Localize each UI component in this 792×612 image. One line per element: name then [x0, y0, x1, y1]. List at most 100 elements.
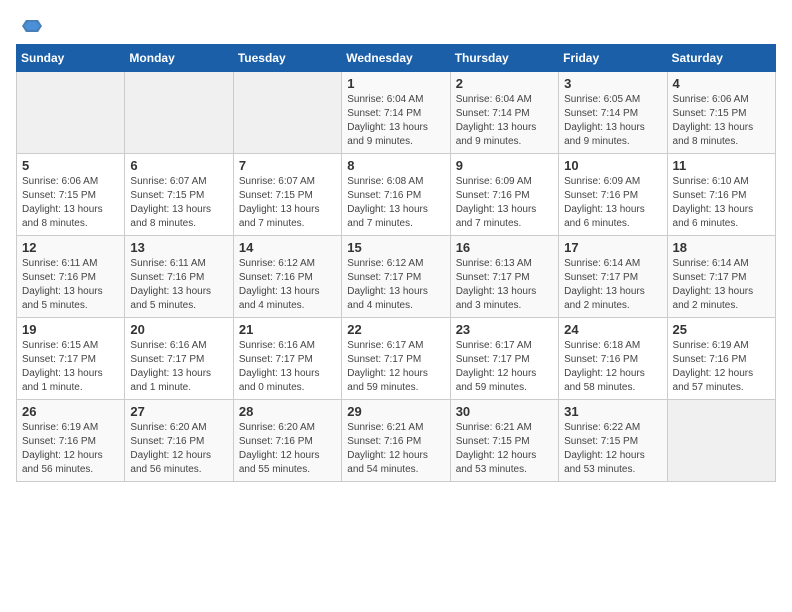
calendar-cell: 23 Sunrise: 6:17 AM Sunset: 7:17 PM Dayli… [450, 318, 558, 400]
day-info: Sunrise: 6:10 AM Sunset: 7:16 PM Dayligh… [673, 175, 770, 231]
calendar-cell: 24 Sunrise: 6:18 AM Sunset: 7:16 PM Dayli… [559, 318, 667, 400]
calendar-header-row: SundayMondayTuesdayWednesdayThursdayFrid… [17, 45, 776, 72]
day-number: 17 [564, 240, 661, 255]
calendar-week-1: 1 Sunrise: 6:04 AM Sunset: 7:14 PM Daylig… [17, 72, 776, 154]
day-number: 18 [673, 240, 770, 255]
day-number: 27 [130, 404, 227, 419]
day-number: 9 [456, 158, 553, 173]
calendar-cell [233, 72, 341, 154]
calendar-header-tuesday: Tuesday [233, 45, 341, 72]
day-info: Sunrise: 6:21 AM Sunset: 7:15 PM Dayligh… [456, 421, 553, 477]
day-info: Sunrise: 6:14 AM Sunset: 7:17 PM Dayligh… [673, 257, 770, 313]
logo-icon [18, 16, 42, 36]
day-info: Sunrise: 6:06 AM Sunset: 7:15 PM Dayligh… [673, 93, 770, 149]
day-number: 7 [239, 158, 336, 173]
day-info: Sunrise: 6:18 AM Sunset: 7:16 PM Dayligh… [564, 339, 661, 395]
day-number: 29 [347, 404, 444, 419]
calendar-cell: 20 Sunrise: 6:16 AM Sunset: 7:17 PM Dayli… [125, 318, 233, 400]
day-number: 19 [22, 322, 119, 337]
day-number: 25 [673, 322, 770, 337]
day-number: 5 [22, 158, 119, 173]
day-number: 28 [239, 404, 336, 419]
day-number: 1 [347, 76, 444, 91]
calendar-cell: 22 Sunrise: 6:17 AM Sunset: 7:17 PM Dayli… [342, 318, 450, 400]
day-number: 12 [22, 240, 119, 255]
day-info: Sunrise: 6:12 AM Sunset: 7:17 PM Dayligh… [347, 257, 444, 313]
calendar-cell: 6Sunrise: 6:07 AM Sunset: 7:15 PM Daylig… [125, 154, 233, 236]
calendar-cell: 26 Sunrise: 6:19 AM Sunset: 7:16 PM Dayli… [17, 400, 125, 482]
day-number: 10 [564, 158, 661, 173]
calendar-header-wednesday: Wednesday [342, 45, 450, 72]
calendar-cell: 28 Sunrise: 6:20 AM Sunset: 7:16 PM Dayli… [233, 400, 341, 482]
calendar-cell: 4Sunrise: 6:06 AM Sunset: 7:15 PM Daylig… [667, 72, 775, 154]
calendar-week-3: 12Sunrise: 6:11 AM Sunset: 7:16 PM Dayli… [17, 236, 776, 318]
calendar-cell: 1 Sunrise: 6:04 AM Sunset: 7:14 PM Daylig… [342, 72, 450, 154]
calendar-cell [17, 72, 125, 154]
calendar-cell: 3 Sunrise: 6:05 AM Sunset: 7:14 PM Daylig… [559, 72, 667, 154]
calendar-body: 1 Sunrise: 6:04 AM Sunset: 7:14 PM Daylig… [17, 72, 776, 482]
calendar-cell: 13Sunrise: 6:11 AM Sunset: 7:16 PM Dayli… [125, 236, 233, 318]
calendar-cell [125, 72, 233, 154]
day-info: Sunrise: 6:16 AM Sunset: 7:17 PM Dayligh… [239, 339, 336, 395]
day-number: 15 [347, 240, 444, 255]
day-info: Sunrise: 6:17 AM Sunset: 7:17 PM Dayligh… [347, 339, 444, 395]
day-number: 20 [130, 322, 227, 337]
day-number: 22 [347, 322, 444, 337]
calendar-cell: 12Sunrise: 6:11 AM Sunset: 7:16 PM Dayli… [17, 236, 125, 318]
calendar-header-sunday: Sunday [17, 45, 125, 72]
day-number: 8 [347, 158, 444, 173]
calendar-cell: 10Sunrise: 6:09 AM Sunset: 7:16 PM Dayli… [559, 154, 667, 236]
calendar-cell: 9 Sunrise: 6:09 AM Sunset: 7:16 PM Daylig… [450, 154, 558, 236]
calendar-cell: 14 Sunrise: 6:12 AM Sunset: 7:16 PM Dayli… [233, 236, 341, 318]
day-number: 31 [564, 404, 661, 419]
day-number: 23 [456, 322, 553, 337]
day-info: Sunrise: 6:06 AM Sunset: 7:15 PM Dayligh… [22, 175, 119, 231]
calendar-cell: 2 Sunrise: 6:04 AM Sunset: 7:14 PM Daylig… [450, 72, 558, 154]
day-number: 26 [22, 404, 119, 419]
calendar-cell: 8 Sunrise: 6:08 AM Sunset: 7:16 PM Daylig… [342, 154, 450, 236]
day-info: Sunrise: 6:19 AM Sunset: 7:16 PM Dayligh… [673, 339, 770, 395]
calendar-header-saturday: Saturday [667, 45, 775, 72]
day-number: 2 [456, 76, 553, 91]
calendar-cell: 18 Sunrise: 6:14 AM Sunset: 7:17 PM Dayli… [667, 236, 775, 318]
day-info: Sunrise: 6:14 AM Sunset: 7:17 PM Dayligh… [564, 257, 661, 313]
day-number: 30 [456, 404, 553, 419]
calendar-cell: 30 Sunrise: 6:21 AM Sunset: 7:15 PM Dayli… [450, 400, 558, 482]
day-info: Sunrise: 6:15 AM Sunset: 7:17 PM Dayligh… [22, 339, 119, 395]
day-number: 21 [239, 322, 336, 337]
day-number: 24 [564, 322, 661, 337]
day-info: Sunrise: 6:04 AM Sunset: 7:14 PM Dayligh… [456, 93, 553, 149]
calendar-cell: 11 Sunrise: 6:10 AM Sunset: 7:16 PM Dayli… [667, 154, 775, 236]
day-info: Sunrise: 6:05 AM Sunset: 7:14 PM Dayligh… [564, 93, 661, 149]
day-number: 16 [456, 240, 553, 255]
day-number: 13 [130, 240, 227, 255]
calendar-week-2: 5 Sunrise: 6:06 AM Sunset: 7:15 PM Daylig… [17, 154, 776, 236]
day-info: Sunrise: 6:04 AM Sunset: 7:14 PM Dayligh… [347, 93, 444, 149]
day-info: Sunrise: 6:21 AM Sunset: 7:16 PM Dayligh… [347, 421, 444, 477]
calendar-table: SundayMondayTuesdayWednesdayThursdayFrid… [16, 44, 776, 482]
calendar-cell: 7Sunrise: 6:07 AM Sunset: 7:15 PM Daylig… [233, 154, 341, 236]
calendar-cell: 31Sunrise: 6:22 AM Sunset: 7:15 PM Dayli… [559, 400, 667, 482]
day-info: Sunrise: 6:08 AM Sunset: 7:16 PM Dayligh… [347, 175, 444, 231]
day-info: Sunrise: 6:09 AM Sunset: 7:16 PM Dayligh… [456, 175, 553, 231]
calendar-cell: 16 Sunrise: 6:13 AM Sunset: 7:17 PM Dayli… [450, 236, 558, 318]
day-info: Sunrise: 6:19 AM Sunset: 7:16 PM Dayligh… [22, 421, 119, 477]
calendar-cell: 19 Sunrise: 6:15 AM Sunset: 7:17 PM Dayli… [17, 318, 125, 400]
day-number: 11 [673, 158, 770, 173]
page-header [16, 16, 776, 36]
day-info: Sunrise: 6:17 AM Sunset: 7:17 PM Dayligh… [456, 339, 553, 395]
day-number: 14 [239, 240, 336, 255]
calendar-cell: 17 Sunrise: 6:14 AM Sunset: 7:17 PM Dayli… [559, 236, 667, 318]
calendar-cell: 27Sunrise: 6:20 AM Sunset: 7:16 PM Dayli… [125, 400, 233, 482]
calendar-header-monday: Monday [125, 45, 233, 72]
calendar-cell: 25 Sunrise: 6:19 AM Sunset: 7:16 PM Dayli… [667, 318, 775, 400]
day-info: Sunrise: 6:16 AM Sunset: 7:17 PM Dayligh… [130, 339, 227, 395]
day-number: 3 [564, 76, 661, 91]
calendar-week-4: 19 Sunrise: 6:15 AM Sunset: 7:17 PM Dayli… [17, 318, 776, 400]
calendar-header-thursday: Thursday [450, 45, 558, 72]
calendar-header-friday: Friday [559, 45, 667, 72]
day-info: Sunrise: 6:13 AM Sunset: 7:17 PM Dayligh… [456, 257, 553, 313]
day-info: Sunrise: 6:12 AM Sunset: 7:16 PM Dayligh… [239, 257, 336, 313]
calendar-cell: 5 Sunrise: 6:06 AM Sunset: 7:15 PM Daylig… [17, 154, 125, 236]
day-info: Sunrise: 6:20 AM Sunset: 7:16 PM Dayligh… [239, 421, 336, 477]
